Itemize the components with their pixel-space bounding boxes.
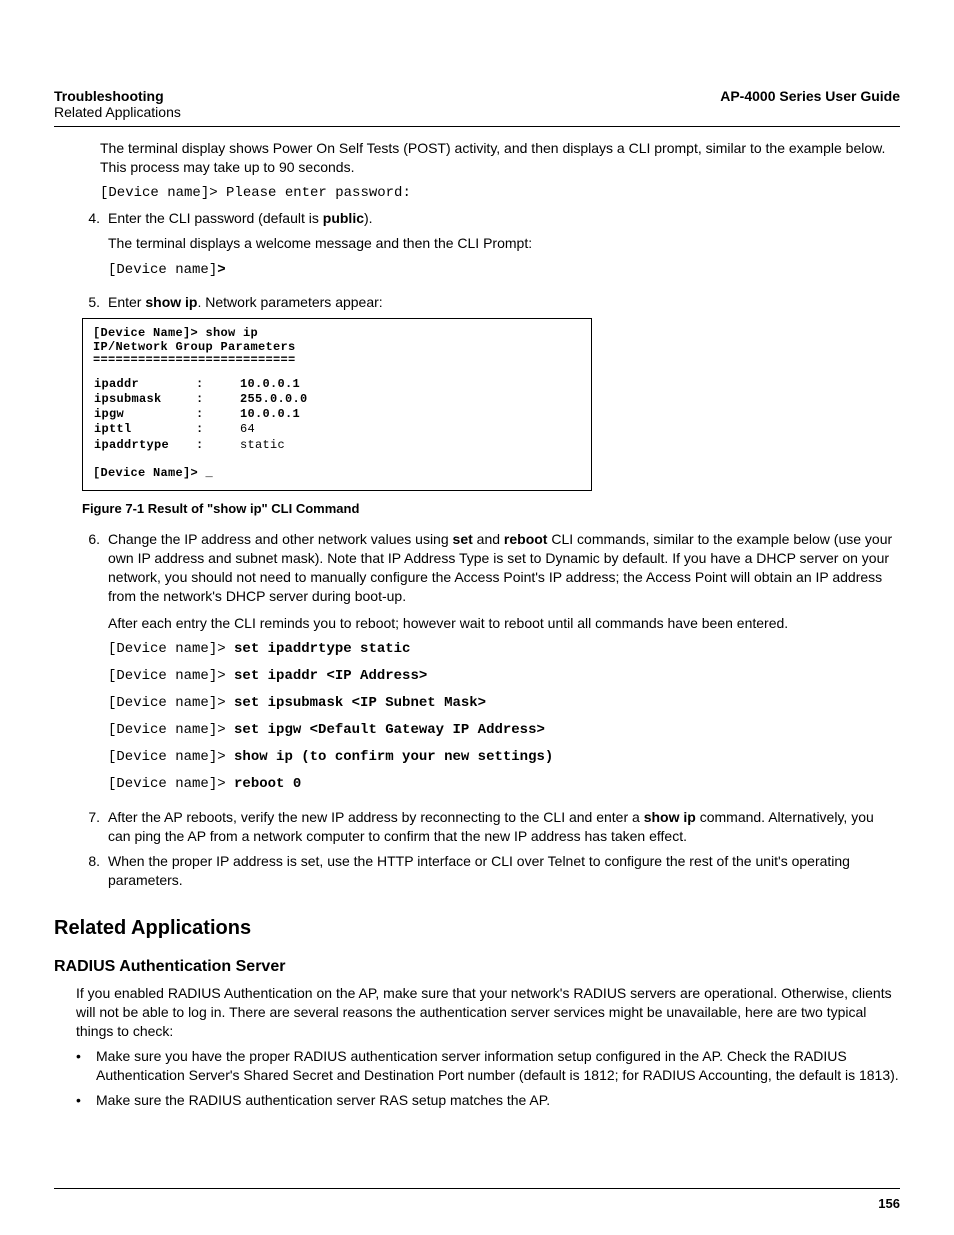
- radius-paragraph: If you enabled RADIUS Authentication on …: [76, 984, 900, 1041]
- step-4-text-a: Enter the CLI password (default is: [108, 210, 323, 226]
- fig-r5-val: static: [239, 438, 309, 453]
- cmd-6: [Device name]> reboot 0: [108, 775, 900, 794]
- step-6-after: After each entry the CLI reminds you to …: [108, 614, 900, 633]
- step-7-bold: show ip: [644, 809, 696, 825]
- figure-caption: Figure 7-1 Result of "show ip" CLI Comma…: [82, 501, 900, 516]
- step-7: 7. After the AP reboots, verify the new …: [74, 808, 900, 846]
- step-5-text-b: . Network parameters appear:: [197, 294, 382, 310]
- fig-r4-val: 64: [239, 422, 309, 437]
- step-4-line2: The terminal displays a welcome message …: [108, 234, 900, 253]
- header-subsection: Related Applications: [54, 104, 181, 120]
- fig-r2-val: 255.0.0.0: [239, 392, 309, 407]
- fig-r5-key: ipaddrtype: [93, 438, 195, 453]
- header-guide-title: AP-4000 Series User Guide: [720, 88, 900, 104]
- heading-radius-auth-server: RADIUS Authentication Server: [54, 958, 900, 976]
- step-4-bold: public: [323, 210, 364, 226]
- step-5: 5. Enter show ip. Network parameters app…: [74, 293, 900, 312]
- fig-r3-colon: :: [195, 407, 239, 422]
- step-8-number: 8.: [74, 852, 108, 890]
- page-header: Troubleshooting Related Applications AP-…: [54, 88, 900, 120]
- header-rule: [54, 126, 900, 127]
- cmd-2: [Device name]> set ipaddr <IP Address>: [108, 667, 900, 686]
- step-5-bold: show ip: [145, 294, 197, 310]
- bullet-2-text: Make sure the RADIUS authentication serv…: [96, 1091, 550, 1110]
- fig-r4-key: ipttl: [93, 422, 195, 437]
- step-6: 6. Change the IP address and other netwo…: [74, 530, 900, 802]
- cli-prompt-blank: [Device name]>: [108, 261, 900, 280]
- bullet-2: • Make sure the RADIUS authentication se…: [76, 1091, 900, 1110]
- step-6-number: 6.: [74, 530, 108, 802]
- figure-cli-output: [Device Name]> show ip IP/Network Group …: [82, 318, 592, 491]
- cmd-5: [Device name]> show ip (to confirm your …: [108, 748, 900, 767]
- step-6-bold-set: set: [453, 531, 473, 547]
- fig-r2-colon: :: [195, 392, 239, 407]
- heading-related-applications: Related Applications: [54, 917, 900, 940]
- fig-r5-colon: :: [195, 438, 239, 453]
- step-4: 4. Enter the CLI password (default is pu…: [74, 209, 900, 288]
- step-7-number: 7.: [74, 808, 108, 846]
- fig-r2-key: ipsubmask: [93, 392, 195, 407]
- fig-r3-key: ipgw: [93, 407, 195, 422]
- figure-line-2: IP/Network Group Parameters: [93, 341, 581, 354]
- fig-r1-val: 10.0.0.1: [239, 377, 309, 392]
- step-6-text-a: Change the IP address and other network …: [108, 531, 453, 547]
- step-4-number: 4.: [74, 209, 108, 288]
- step-5-text-a: Enter: [108, 294, 145, 310]
- step-7-text-a: After the AP reboots, verify the new IP …: [108, 809, 644, 825]
- step-4-text-b: ).: [364, 210, 373, 226]
- bullet-1: • Make sure you have the proper RADIUS a…: [76, 1047, 900, 1085]
- figure-dash: ===========================: [93, 354, 581, 367]
- footer-rule: [54, 1188, 900, 1189]
- bullet-1-text: Make sure you have the proper RADIUS aut…: [96, 1047, 900, 1085]
- fig-r3-val: 10.0.0.1: [239, 407, 309, 422]
- bullet-dot-icon: •: [76, 1047, 96, 1085]
- header-section: Troubleshooting: [54, 88, 181, 104]
- bullet-dot-icon: •: [76, 1091, 96, 1110]
- step-6-bold-reboot: reboot: [504, 531, 548, 547]
- fig-r1-colon: :: [195, 377, 239, 392]
- intro-paragraph: The terminal display shows Power On Self…: [100, 139, 900, 177]
- cli-prompt-password: [Device name]> Please enter password:: [100, 185, 900, 201]
- page-number: 156: [878, 1196, 900, 1211]
- step-8-text: When the proper IP address is set, use t…: [108, 852, 900, 890]
- figure-last-line: [Device Name]> _: [93, 467, 581, 480]
- step-6-mid: and: [473, 531, 504, 547]
- cmd-3: [Device name]> set ipsubmask <IP Subnet …: [108, 694, 900, 713]
- step-5-number: 5.: [74, 293, 108, 312]
- step-8: 8. When the proper IP address is set, us…: [74, 852, 900, 890]
- cmd-1: [Device name]> set ipaddrtype static: [108, 640, 900, 659]
- cmd-4: [Device name]> set ipgw <Default Gateway…: [108, 721, 900, 740]
- fig-r1-key: ipaddr: [93, 377, 195, 392]
- figure-line-1: [Device Name]> show ip: [93, 327, 581, 340]
- fig-r4-colon: :: [195, 422, 239, 437]
